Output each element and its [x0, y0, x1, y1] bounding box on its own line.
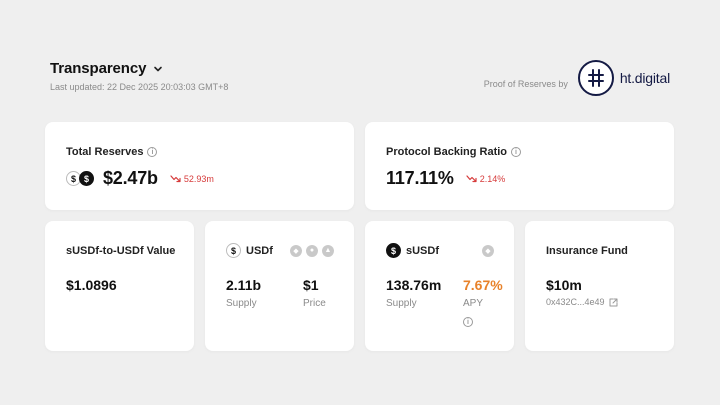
insurance-fund-address: 0x432C...4e49	[546, 297, 605, 307]
backing-ratio-change: 2.14%	[466, 173, 506, 184]
chevron-down-icon[interactable]	[152, 63, 164, 75]
insurance-fund-card: Insurance Fund $10m 0x432C...4e49	[525, 221, 674, 351]
usdf-chain-icons: ◆ ● ▲	[290, 244, 334, 257]
usdf-name: USDf	[246, 244, 273, 257]
trend-down-icon	[170, 174, 181, 182]
page-title: Transparency	[50, 60, 147, 77]
usdf-price-value: $1	[303, 277, 319, 293]
usdf-header: $ USDf ◆ ● ▲	[226, 243, 334, 258]
total-reserves-change-value: 52.93m	[183, 173, 214, 184]
total-reserves-change: 52.93m	[170, 174, 214, 184]
usdf-coin-icon: $	[226, 243, 241, 258]
backing-ratio-label-row: Protocol Backing Ratio i	[386, 146, 522, 158]
usdf-price-label: Price	[303, 298, 326, 309]
backing-ratio-label: Protocol Backing Ratio	[386, 146, 508, 158]
susdf-apy-label: APY	[463, 298, 484, 309]
susdf-header: $ sUSDf ◆	[386, 243, 494, 258]
brand-name[interactable]: ht.digital	[620, 70, 670, 86]
susdf-apy: 7.67% APY i	[463, 277, 503, 329]
susdf-name: sUSDf	[406, 244, 440, 257]
falcon-coin-icon: $	[79, 171, 94, 186]
usdf-price: $1 Price	[303, 277, 326, 309]
usdf-card: $ USDf ◆ ● ▲ 2.11b Supply $1 Price	[205, 221, 354, 351]
total-reserves-value: $2.47b	[103, 168, 158, 188]
insurance-fund-value: $10m	[546, 277, 582, 293]
susdf-value-card: sUSDf-to-USDf Value $1.0896	[45, 221, 194, 351]
chain-icon[interactable]: ●	[306, 244, 318, 257]
usdf-supply: 2.11b Supply	[226, 277, 261, 309]
susdf-coin-icon: $	[386, 243, 401, 258]
susdf-card: $ sUSDf ◆ 138.76m Supply 7.67% APY i	[365, 221, 514, 351]
chain-icon[interactable]: ▲	[322, 244, 334, 257]
susdf-value-label: sUSDf-to-USDf Value	[66, 245, 176, 257]
susdf-supply-label: Supply	[386, 298, 417, 309]
backing-ratio-value: 117.11%	[386, 168, 454, 188]
info-icon[interactable]: i	[463, 317, 473, 327]
chain-icon[interactable]: ◆	[482, 244, 494, 257]
usdf-title: $ USDf	[226, 243, 273, 258]
susdf-supply-value: 138.76m	[386, 277, 442, 293]
trend-down-icon	[466, 174, 477, 182]
total-reserves-label-row: Total Reserves i	[66, 146, 158, 158]
proof-label: Proof of Reserves by	[483, 79, 568, 89]
info-icon[interactable]: i	[511, 147, 522, 157]
proof-of-reserves: Proof of Reserves by ht.digital	[484, 60, 670, 96]
susdf-value: $1.0896	[66, 277, 117, 293]
susdf-supply: 138.76m Supply	[386, 277, 441, 309]
backing-ratio-value-row: 117.11% 2.14%	[386, 168, 505, 189]
usdf-supply-value: 2.11b	[226, 277, 262, 293]
total-reserves-label: Total Reserves	[66, 146, 144, 158]
backing-ratio-card: Protocol Backing Ratio i 117.11% 2.14%	[365, 122, 674, 210]
insurance-fund-label: Insurance Fund	[546, 245, 628, 257]
ht-digital-logo-icon[interactable]	[577, 60, 614, 96]
total-reserves-card: Total Reserves i $ $ $2.47b 52.93m	[45, 122, 354, 210]
total-reserves-value-row: $ $ $2.47b 52.93m	[66, 168, 214, 189]
backing-ratio-change-value: 2.14%	[479, 173, 506, 184]
title-dropdown[interactable]: Transparency	[50, 60, 228, 77]
page-header: Transparency Last updated: 22 Dec 2025 2…	[50, 60, 228, 92]
info-icon[interactable]: i	[147, 147, 158, 157]
insurance-fund-address-link[interactable]: 0x432C...4e49	[546, 297, 618, 307]
external-link-icon	[609, 298, 618, 306]
last-updated-text: Last updated: 22 Dec 2025 20:03:03 GMT+8	[50, 82, 229, 92]
susdf-apy-value: 7.67%	[463, 277, 503, 293]
usdf-supply-label: Supply	[226, 298, 257, 309]
susdf-title: $ sUSDf	[386, 243, 439, 258]
chain-icon[interactable]: ◆	[290, 244, 302, 257]
